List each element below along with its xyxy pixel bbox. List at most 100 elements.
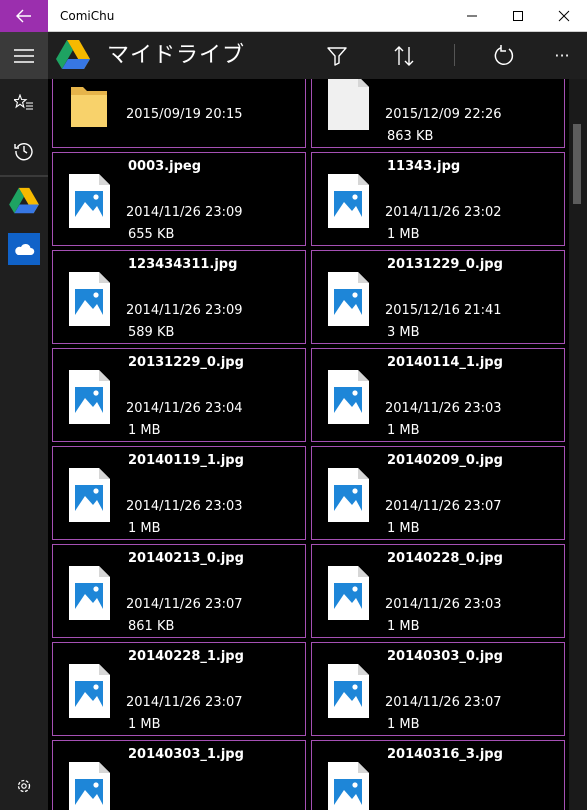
file-name: 20140228_0.jpg — [387, 551, 503, 566]
file-size: 1 MB — [387, 619, 420, 634]
file-name: 20140114_1.jpg — [387, 355, 503, 370]
file-date: 2014/11/26 23:04 — [126, 401, 243, 416]
file-card[interactable]: 20131229_0.jpg 2014/11/26 23:04 1 MB — [52, 348, 306, 442]
file-name: 20140228_1.jpg — [128, 649, 244, 664]
file-size: 655 KB — [128, 227, 175, 242]
image-file-icon — [326, 663, 370, 719]
file-name: 20140303_0.jpg — [387, 649, 503, 664]
close-button[interactable] — [541, 0, 587, 32]
file-name: 20140303_1.jpg — [128, 747, 244, 762]
image-file-icon — [326, 565, 370, 621]
file-card[interactable]: 漫画 2015/09/19 20:15 — [52, 79, 306, 148]
sidebar-item-onedrive[interactable] — [0, 225, 48, 273]
hamburger-menu-icon — [14, 48, 34, 63]
file-card[interactable]: 20140119_1.jpg 2014/11/26 23:03 1 MB — [52, 446, 306, 540]
image-file-icon — [326, 467, 370, 523]
google-drive-icon — [9, 187, 39, 214]
file-date: 2015/12/16 21:41 — [385, 303, 502, 318]
file-date: 2014/11/26 23:03 — [385, 597, 502, 612]
image-file-icon — [67, 761, 111, 810]
file-icon — [326, 79, 370, 131]
file-card[interactable]: 20140303_0.jpg 2014/11/26 23:07 1 MB — [311, 642, 565, 736]
file-name: 0003.jpeg — [128, 159, 202, 174]
file-date: 2014/11/26 23:03 — [385, 401, 502, 416]
app-header: マイドライブ ··· — [0, 32, 587, 79]
file-card[interactable]: 20140114_1.jpg 2014/11/26 23:03 1 MB — [311, 348, 565, 442]
file-date: 2015/09/19 20:15 — [126, 107, 243, 122]
refresh-icon — [494, 44, 514, 65]
file-date: 2014/11/26 23:03 — [126, 499, 243, 514]
file-name: 11343.jpg — [387, 159, 461, 174]
favorites-icon — [14, 94, 33, 110]
file-date: 2014/11/26 23:07 — [126, 695, 243, 710]
file-name: 20140209_0.jpg — [387, 453, 503, 468]
file-size: 1 MB — [387, 521, 420, 536]
hamburger-menu-button[interactable] — [0, 32, 48, 79]
file-size: 1 MB — [128, 521, 161, 536]
maximize-button[interactable] — [495, 0, 541, 32]
window-title: ComiChu — [60, 9, 115, 23]
file-size: 861 KB — [128, 619, 175, 634]
file-size: 1 MB — [387, 717, 420, 732]
file-list-panel: 漫画2015/09/19 20:15.2015/12/09 22:26863 K… — [48, 79, 587, 810]
image-file-icon — [67, 663, 111, 719]
sidebar-item-history[interactable] — [0, 127, 48, 175]
file-card[interactable]: 20131229_0.jpg 2015/12/16 21:41 3 MB — [311, 250, 565, 344]
file-card[interactable]: 20140316_3.jpg — [311, 740, 565, 810]
file-card[interactable]: 20140228_0.jpg 2014/11/26 23:03 1 MB — [311, 544, 565, 638]
file-date: 2014/11/26 23:07 — [126, 597, 243, 612]
file-date: 2014/11/26 23:07 — [385, 499, 502, 514]
settings-icon — [17, 779, 31, 793]
sidebar-item-favorites[interactable] — [0, 79, 48, 127]
file-name: 20140316_3.jpg — [387, 747, 503, 762]
image-file-icon — [326, 173, 370, 229]
scrollbar-thumb[interactable] — [573, 124, 581, 204]
filter-button[interactable] — [315, 32, 359, 79]
file-card[interactable]: 20140303_1.jpg — [52, 740, 306, 810]
file-grid: 漫画2015/09/19 20:15.2015/12/09 22:26863 K… — [52, 79, 568, 810]
maximize-icon — [513, 11, 523, 21]
file-size: 1 MB — [128, 717, 161, 732]
file-date: 2014/11/26 23:02 — [385, 205, 502, 220]
image-file-icon — [67, 565, 111, 621]
image-file-icon — [67, 369, 111, 425]
file-size: 1 MB — [387, 423, 420, 438]
file-name: 漫画 — [128, 79, 154, 80]
window-titlebar: ComiChu — [0, 0, 587, 32]
sidebar-item-google-drive[interactable] — [0, 177, 48, 225]
file-card[interactable]: 20140209_0.jpg 2014/11/26 23:07 1 MB — [311, 446, 565, 540]
image-file-icon — [326, 369, 370, 425]
back-arrow-icon — [16, 9, 31, 23]
file-name: 20131229_0.jpg — [128, 355, 244, 370]
image-file-icon — [326, 761, 370, 810]
file-card[interactable]: 11343.jpg 2014/11/26 23:02 1 MB — [311, 152, 565, 246]
file-name: 20131229_0.jpg — [387, 257, 503, 272]
image-file-icon — [326, 271, 370, 327]
more-button[interactable]: ··· — [540, 32, 584, 79]
more-icon: ··· — [554, 46, 570, 65]
page-title: マイドライブ — [107, 43, 246, 68]
sidebar — [0, 79, 48, 810]
close-icon — [558, 10, 570, 22]
back-button[interactable] — [0, 0, 48, 32]
google-drive-logo-icon — [56, 40, 90, 69]
file-card[interactable]: 123434311.jpg 2014/11/26 23:09 589 KB — [52, 250, 306, 344]
vertical-scrollbar[interactable] — [569, 79, 587, 810]
file-date: 2014/11/26 23:09 — [126, 303, 243, 318]
file-card[interactable]: 20140213_0.jpg 2014/11/26 23:07 861 KB — [52, 544, 306, 638]
sort-button[interactable] — [382, 32, 426, 79]
sidebar-item-settings[interactable] — [0, 762, 48, 810]
file-date: 2015/12/09 22:26 — [385, 107, 502, 122]
file-size: 863 KB — [387, 129, 434, 144]
file-card[interactable]: 0003.jpeg 2014/11/26 23:09 655 KB — [52, 152, 306, 246]
refresh-button[interactable] — [482, 32, 526, 79]
file-name: 20140119_1.jpg — [128, 453, 244, 468]
header-divider — [454, 44, 455, 66]
history-icon — [14, 143, 33, 161]
file-card[interactable]: 20140228_1.jpg 2014/11/26 23:07 1 MB — [52, 642, 306, 736]
sort-icon — [394, 45, 414, 66]
minimize-button[interactable] — [449, 0, 495, 32]
file-name: 123434311.jpg — [128, 257, 238, 272]
file-name: 20140213_0.jpg — [128, 551, 244, 566]
file-card[interactable]: .2015/12/09 22:26863 KB — [311, 79, 565, 148]
